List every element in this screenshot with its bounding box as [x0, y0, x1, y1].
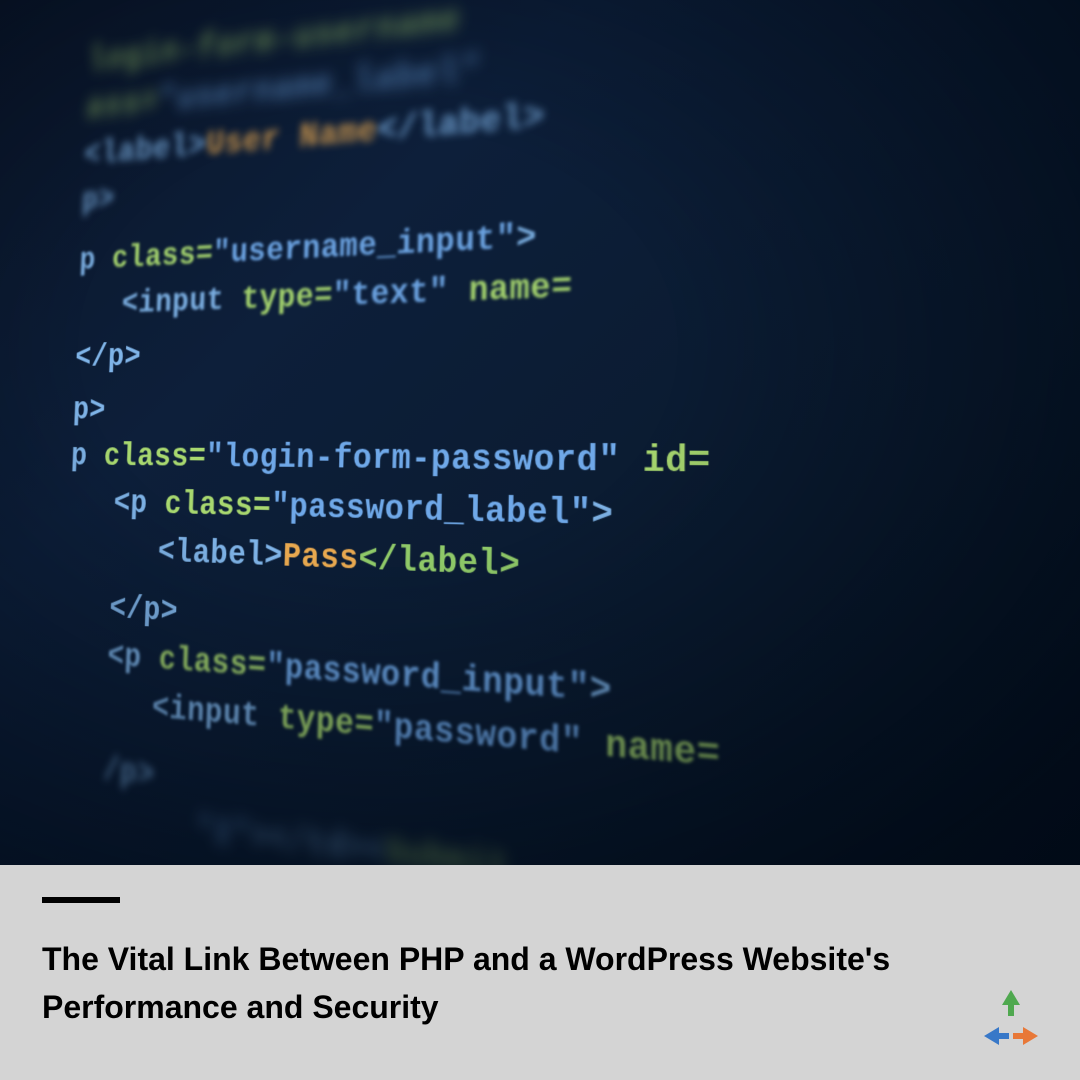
caption-panel: The Vital Link Between PHP and a WordPre…: [0, 865, 1080, 1080]
code-line: p class="login-form-password" id=: [70, 438, 1080, 491]
code-photo-background: login-form-username ass="username_label"…: [0, 0, 1080, 865]
code-line: p>: [72, 380, 1080, 428]
three-arrows-logo-icon: [978, 986, 1044, 1052]
decorative-bar: [42, 897, 120, 903]
code-display: login-form-username ass="username_label"…: [54, 0, 1080, 865]
article-title: The Vital Link Between PHP and a WordPre…: [42, 935, 922, 1031]
